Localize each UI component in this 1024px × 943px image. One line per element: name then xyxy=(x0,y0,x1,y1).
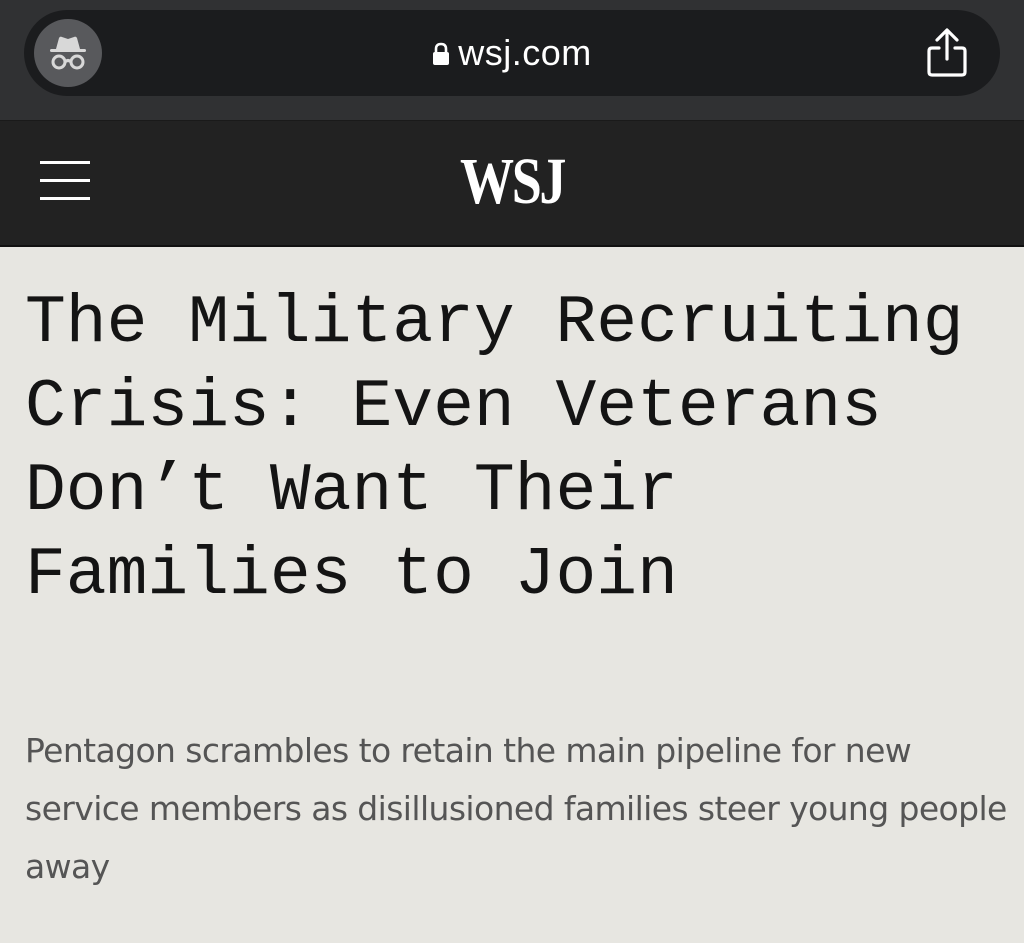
share-icon[interactable] xyxy=(924,28,970,78)
site-header: WSJ xyxy=(0,121,1024,247)
browser-toolbar: wsj.com xyxy=(0,0,1024,121)
url-label: wsj.com xyxy=(458,32,592,73)
hamburger-menu-icon[interactable] xyxy=(40,159,90,203)
lock-icon xyxy=(432,33,450,75)
article-dek: Pentagon scrambles to retain the main pi… xyxy=(25,731,1007,886)
wsj-logo[interactable]: WSJ xyxy=(92,149,932,215)
address-bar[interactable]: wsj.com xyxy=(24,10,1000,96)
url-text[interactable]: wsj.com xyxy=(24,10,1000,96)
article-headline: The Military Recruiting Crisis: Even Vet… xyxy=(25,285,964,614)
